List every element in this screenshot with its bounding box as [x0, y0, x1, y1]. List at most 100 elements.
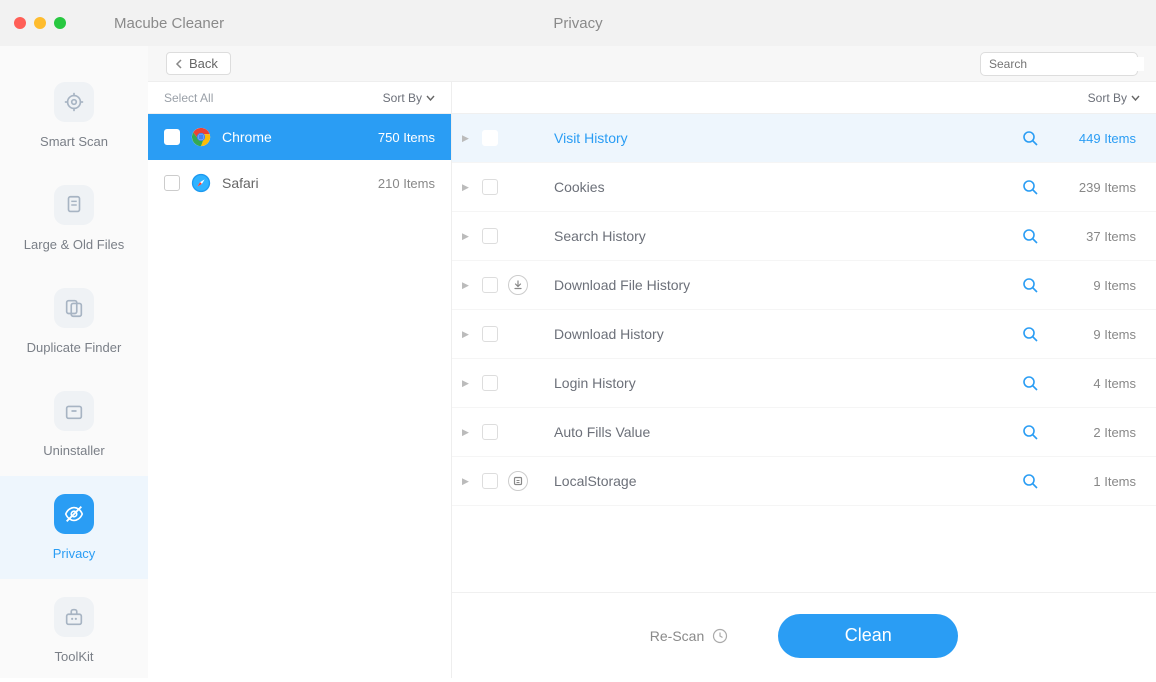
chevron-left-icon [175, 59, 183, 69]
sidebar-item-label: Uninstaller [43, 443, 104, 458]
rescan-button[interactable]: Re-Scan [650, 628, 728, 644]
detail-count: 1 Items [1066, 474, 1136, 489]
files-icon [54, 185, 94, 225]
detail-row[interactable]: ▶ Login History 4 Items [452, 359, 1156, 408]
inspect-button[interactable] [1022, 277, 1038, 293]
search-icon [1022, 424, 1038, 440]
expand-caret-icon[interactable]: ▶ [462, 182, 472, 193]
inspect-button[interactable] [1022, 130, 1038, 146]
clean-button[interactable]: Clean [778, 614, 958, 658]
browser-checkbox[interactable] [164, 129, 180, 145]
browser-row-chrome[interactable]: Chrome 750 Items [148, 114, 451, 160]
inspect-button[interactable] [1022, 179, 1038, 195]
detail-count: 9 Items [1066, 327, 1136, 342]
expand-caret-icon[interactable]: ▶ [462, 133, 472, 144]
browser-name: Safari [222, 175, 368, 191]
inspect-button[interactable] [1022, 473, 1038, 489]
sort-by-browsers[interactable]: Sort By [383, 91, 435, 105]
box-icon [54, 391, 94, 431]
sort-by-details[interactable]: Sort By [1088, 91, 1140, 105]
details-pane: Sort By ▶ Visit History 449 Items ▶ Cookies 2… [452, 82, 1156, 678]
detail-checkbox[interactable] [482, 277, 498, 293]
detail-name: Download File History [554, 277, 1012, 293]
detail-checkbox[interactable] [482, 424, 498, 440]
sidebar-item-smart-scan[interactable]: Smart Scan [0, 64, 148, 167]
details-list-header: Sort By [452, 82, 1156, 114]
detail-name: LocalStorage [554, 473, 1012, 489]
chevron-down-icon [1131, 95, 1140, 101]
select-all-label[interactable]: Select All [164, 91, 213, 105]
sidebar-item-uninstaller[interactable]: Uninstaller [0, 373, 148, 476]
back-button[interactable]: Back [166, 52, 231, 75]
close-window-button[interactable] [14, 17, 26, 29]
inspect-button[interactable] [1022, 326, 1038, 342]
expand-caret-icon[interactable]: ▶ [462, 329, 472, 340]
browser-row-safari[interactable]: Safari 210 Items [148, 160, 451, 206]
detail-row[interactable]: ▶ Search History 37 Items [452, 212, 1156, 261]
detail-name: Cookies [554, 179, 1012, 195]
expand-caret-icon[interactable]: ▶ [462, 476, 472, 487]
detail-count: 4 Items [1066, 376, 1136, 391]
browser-name: Chrome [222, 129, 368, 145]
footer: Re-Scan Clean [452, 592, 1156, 678]
detail-row[interactable]: ▶Download History9 Items [452, 310, 1156, 359]
search-box[interactable] [980, 52, 1138, 76]
detail-row[interactable]: ▶Auto Fills Value2 Items [452, 408, 1156, 457]
chevron-down-icon [426, 95, 435, 101]
search-icon [1022, 326, 1038, 342]
detail-name: Visit History [554, 130, 1012, 146]
sidebar-item-label: ToolKit [54, 649, 93, 664]
detail-row[interactable]: ▶ Visit History 449 Items [452, 114, 1156, 163]
sidebar-item-label: Large & Old Files [24, 237, 124, 252]
sidebar-item-duplicate-finder[interactable]: Duplicate Finder [0, 270, 148, 373]
browsers-pane: Select All Sort By Chrome 750 Items Safari… [148, 82, 452, 678]
inspect-button[interactable] [1022, 424, 1038, 440]
search-icon [1022, 473, 1038, 489]
titlebar: Macube Cleaner Privacy [0, 0, 1156, 46]
detail-row[interactable]: ▶ Download File History 9 Items [452, 261, 1156, 310]
browser-checkbox[interactable] [164, 175, 180, 191]
sidebar-item-label: Smart Scan [40, 134, 108, 149]
detail-count: 9 Items [1066, 278, 1136, 293]
sidebar-item-large-old-files[interactable]: Large & Old Files [0, 167, 148, 270]
sidebar-item-toolkit[interactable]: ToolKit [0, 579, 148, 682]
expand-caret-icon[interactable]: ▶ [462, 231, 472, 242]
sidebar-item-label: Privacy [53, 546, 96, 561]
duplicate-icon [54, 288, 94, 328]
sidebar: Smart Scan Large & Old Files Duplicate Fin… [0, 46, 148, 678]
search-icon [1022, 375, 1038, 391]
minimize-window-button[interactable] [34, 17, 46, 29]
back-label: Back [189, 56, 218, 71]
detail-count: 449 Items [1066, 131, 1136, 146]
safari-icon [190, 172, 212, 194]
detail-checkbox[interactable] [482, 326, 498, 342]
target-icon [54, 82, 94, 122]
detail-checkbox[interactable] [482, 228, 498, 244]
detail-checkbox[interactable] [482, 473, 498, 489]
detail-row[interactable]: ▶ Cookies 239 Items [452, 163, 1156, 212]
inspect-button[interactable] [1022, 375, 1038, 391]
detail-name: Login History [554, 375, 1012, 391]
sidebar-item-privacy[interactable]: Privacy [0, 476, 148, 579]
inspect-button[interactable] [1022, 228, 1038, 244]
browser-count: 750 Items [378, 130, 435, 145]
search-icon [1022, 130, 1038, 146]
detail-name: Search History [554, 228, 1012, 244]
download-icon [508, 275, 528, 295]
topbar: Back [148, 46, 1156, 82]
search-input[interactable] [989, 57, 1144, 71]
window-controls [14, 17, 66, 29]
detail-row[interactable]: ▶ LocalStorage 1 Items [452, 457, 1156, 506]
expand-caret-icon[interactable]: ▶ [462, 427, 472, 438]
detail-checkbox[interactable] [482, 130, 498, 146]
detail-count: 239 Items [1066, 180, 1136, 195]
page-title: Privacy [553, 15, 602, 32]
detail-checkbox[interactable] [482, 179, 498, 195]
expand-caret-icon[interactable]: ▶ [462, 378, 472, 389]
detail-checkbox[interactable] [482, 375, 498, 391]
chrome-icon [190, 126, 212, 148]
detail-count: 37 Items [1066, 229, 1136, 244]
maximize-window-button[interactable] [54, 17, 66, 29]
expand-caret-icon[interactable]: ▶ [462, 280, 472, 291]
browser-count: 210 Items [378, 176, 435, 191]
